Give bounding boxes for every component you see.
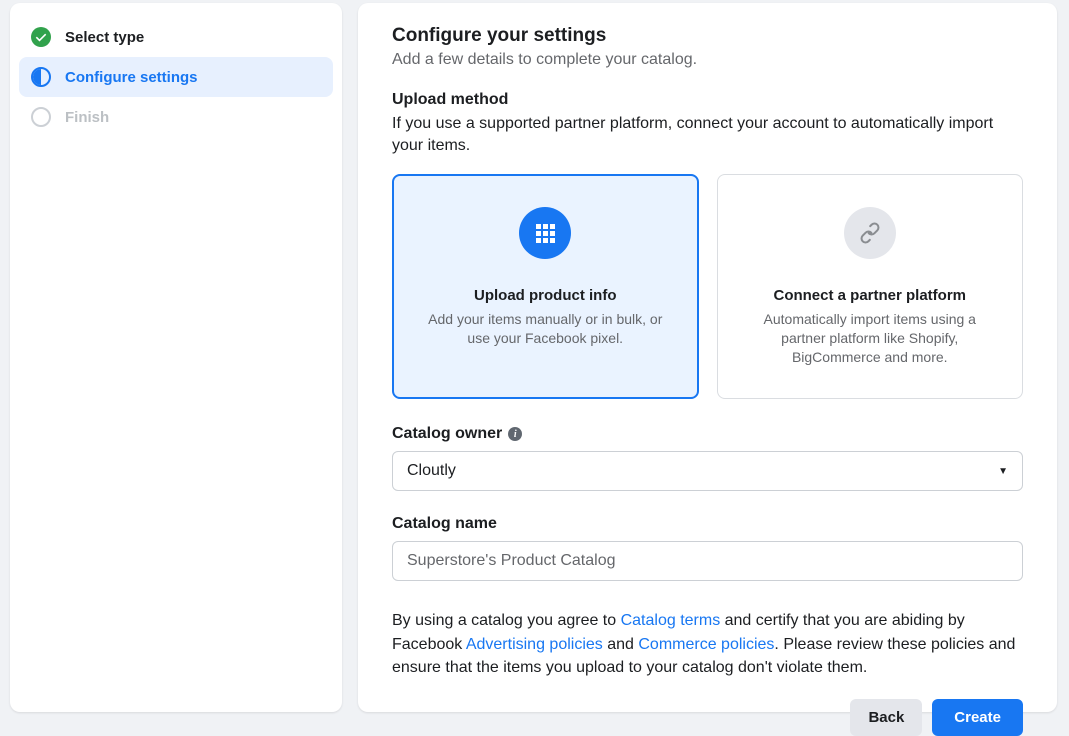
dropdown-value: Cloutly xyxy=(407,462,456,480)
upload-method-label: Upload method xyxy=(392,91,1023,109)
catalog-terms-link[interactable]: Catalog terms xyxy=(621,612,721,629)
step-label: Select type xyxy=(65,29,144,46)
card-title: Upload product info xyxy=(474,287,616,304)
info-icon[interactable]: i xyxy=(508,427,522,441)
upload-method-cards: Upload product info Add your items manua… xyxy=(392,174,1023,400)
create-button[interactable]: Create xyxy=(932,699,1023,736)
commerce-policies-link[interactable]: Commerce policies xyxy=(638,636,774,653)
sidebar: Select type Configure settings Finish xyxy=(10,3,342,712)
input-value: Superstore's Product Catalog xyxy=(407,552,616,569)
terms-text: By using a catalog you agree to Catalog … xyxy=(392,609,1023,679)
card-title: Connect a partner platform xyxy=(773,287,966,304)
grid-icon xyxy=(519,207,571,259)
step-label: Configure settings xyxy=(65,69,198,86)
label-text: Catalog owner xyxy=(392,425,502,443)
empty-circle-icon xyxy=(31,107,51,127)
main-panel: Configure your settings Add a few detail… xyxy=(358,3,1057,712)
catalog-name-label: Catalog name xyxy=(392,515,1023,533)
upload-method-desc: If you use a supported partner platform,… xyxy=(392,113,1023,158)
page-subtitle: Add a few details to complete your catal… xyxy=(392,51,1023,69)
catalog-name-input[interactable]: Superstore's Product Catalog xyxy=(392,541,1023,581)
back-button[interactable]: Back xyxy=(850,699,922,736)
half-circle-icon xyxy=(31,67,51,87)
chevron-down-icon: ▼ xyxy=(998,466,1008,477)
step-label: Finish xyxy=(65,109,109,126)
card-desc: Add your items manually or in bulk, or u… xyxy=(417,310,674,348)
card-upload-product-info[interactable]: Upload product info Add your items manua… xyxy=(392,174,699,400)
card-desc: Automatically import items using a partn… xyxy=(742,310,999,367)
catalog-owner-dropdown[interactable]: Cloutly ▼ xyxy=(392,451,1023,491)
card-connect-partner[interactable]: Connect a partner platform Automatically… xyxy=(717,174,1024,400)
step-select-type[interactable]: Select type xyxy=(19,17,333,57)
check-icon xyxy=(31,27,51,47)
page-title: Configure your settings xyxy=(392,25,1023,47)
step-finish[interactable]: Finish xyxy=(19,97,333,137)
advertising-policies-link[interactable]: Advertising policies xyxy=(466,636,603,653)
footer: Back Create xyxy=(392,699,1023,736)
catalog-owner-label: Catalog owner i xyxy=(392,425,1023,443)
link-icon xyxy=(844,207,896,259)
step-configure-settings[interactable]: Configure settings xyxy=(19,57,333,97)
